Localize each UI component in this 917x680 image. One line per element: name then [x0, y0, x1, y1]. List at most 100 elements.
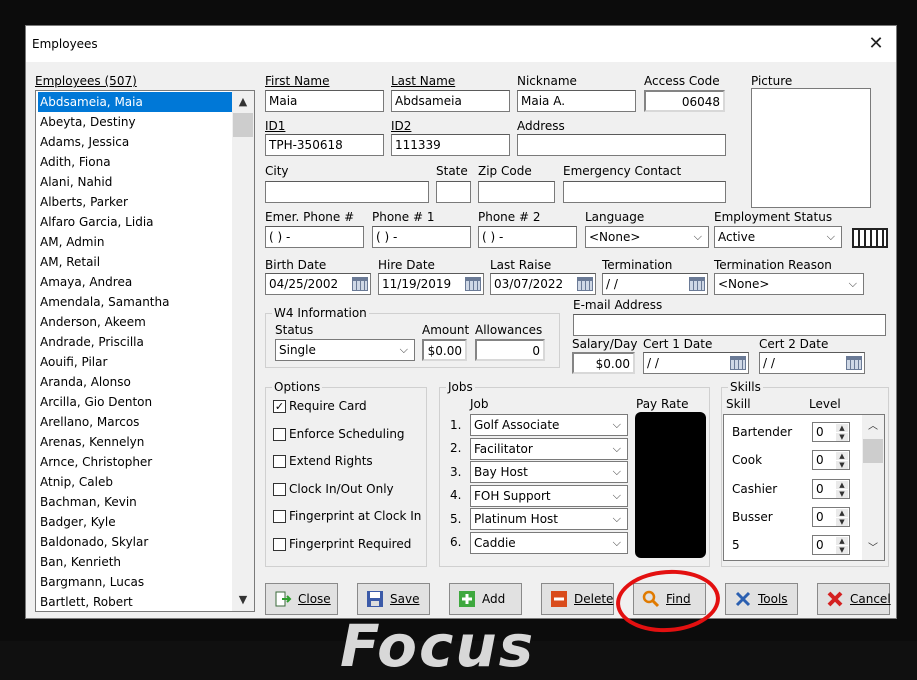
list-item[interactable]: Andrade, Priscilla [38, 332, 233, 352]
list-item[interactable]: Adith, Fiona [38, 152, 233, 172]
skills-scrollbar[interactable]: ︿ ﹀ [862, 415, 884, 560]
save-button[interactable]: Save [357, 583, 430, 615]
list-item[interactable]: Arenas, Kennelyn [38, 432, 233, 452]
spin-down-icon[interactable]: ▼ [836, 461, 848, 469]
spin-up-icon[interactable]: ▲ [836, 509, 848, 517]
list-item[interactable]: Alberts, Parker [38, 192, 233, 212]
language-select[interactable]: <None> ⌵ [585, 226, 709, 248]
job-select[interactable]: Facilitator ⌵ [470, 438, 628, 460]
employment-status-select[interactable]: Active ⌵ [714, 226, 842, 248]
scroll-down-icon[interactable]: ▼ [232, 591, 254, 609]
city-field[interactable] [265, 181, 429, 203]
tools-button[interactable]: Tools [725, 583, 798, 615]
spin-down-icon[interactable]: ▼ [836, 546, 848, 554]
list-item[interactable]: Adams, Jessica [38, 132, 233, 152]
calendar-icon[interactable] [352, 277, 368, 291]
keyboard-icon[interactable] [852, 228, 888, 248]
skill-level-spinner[interactable]: 0 ▲ ▼ [812, 479, 850, 499]
job-select[interactable]: Platinum Host ⌵ [470, 508, 628, 530]
add-button[interactable]: Add [449, 583, 522, 615]
clock-in-out-only-checkbox[interactable] [273, 483, 286, 496]
hire-date-field[interactable]: 11/19/2019 [378, 273, 484, 295]
w4-allowances-field[interactable]: 0 [475, 339, 545, 361]
spin-up-icon[interactable]: ▲ [836, 481, 848, 489]
last-name-field[interactable]: Abdsameia [391, 90, 510, 112]
scroll-thumb[interactable] [863, 439, 883, 463]
extend-rights-checkbox[interactable] [273, 455, 286, 468]
termination-field[interactable]: / / [602, 273, 708, 295]
list-item[interactable]: AM, Admin [38, 232, 233, 252]
employee-list-scrollbar[interactable]: ▲ ▼ [232, 91, 254, 611]
scroll-up-icon[interactable]: ▲ [232, 93, 254, 111]
access-code-field[interactable]: 06048 [644, 90, 725, 112]
fingerprint-at-clock-in-checkbox[interactable] [273, 510, 286, 523]
list-item[interactable]: Bartlett, Robert [38, 592, 233, 612]
list-item[interactable]: Baldonado, Skylar [38, 532, 233, 552]
job-select[interactable]: Bay Host ⌵ [470, 461, 628, 483]
cancel-button[interactable]: Cancel [817, 583, 891, 615]
emergency-contact-field[interactable] [563, 181, 726, 203]
enforce-scheduling-checkbox[interactable] [273, 428, 286, 441]
delete-button[interactable]: Delete [541, 583, 614, 615]
job-select[interactable]: Golf Associate ⌵ [470, 414, 628, 436]
spin-down-icon[interactable]: ▼ [836, 490, 848, 498]
list-item[interactable]: Aouifi, Pilar [38, 352, 233, 372]
list-item[interactable]: Badger, Kyle [38, 512, 233, 532]
cert1-field[interactable]: / / [643, 352, 749, 374]
w4-amount-field[interactable]: $0.00 [422, 339, 467, 361]
list-item[interactable]: Alani, Nahid [38, 172, 233, 192]
calendar-icon[interactable] [689, 277, 705, 291]
spin-down-icon[interactable]: ▼ [836, 433, 848, 441]
calendar-icon[interactable] [730, 356, 746, 370]
list-item[interactable]: Alfaro Garcia, Lidia [38, 212, 233, 232]
close-icon[interactable]: ✕ [864, 32, 888, 56]
skill-level-spinner[interactable]: 0 ▲ ▼ [812, 535, 850, 555]
w4-status-select[interactable]: Single ⌵ [275, 339, 415, 361]
calendar-icon[interactable] [846, 356, 862, 370]
skill-level-spinner[interactable]: 0 ▲ ▼ [812, 422, 850, 442]
list-item[interactable]: Amendala, Samantha [38, 292, 233, 312]
spin-up-icon[interactable]: ▲ [836, 537, 848, 545]
skill-level-spinner[interactable]: 0 ▲ ▼ [812, 450, 850, 470]
list-item[interactable]: Bargmann, Lucas [38, 572, 233, 592]
cert2-field[interactable]: / / [759, 352, 865, 374]
list-item[interactable]: Arnce, Christopher [38, 452, 233, 472]
spin-up-icon[interactable]: ▲ [836, 452, 848, 460]
nickname-field[interactable]: Maia A. [517, 90, 636, 112]
email-field[interactable] [573, 314, 886, 336]
id2-field[interactable]: 111339 [391, 134, 510, 156]
employee-list[interactable]: Abdsameia, Maia Abeyta, Destiny Adams, J… [35, 90, 255, 612]
list-item[interactable]: Amaya, Andrea [38, 272, 233, 292]
job-select[interactable]: FOH Support ⌵ [470, 485, 628, 507]
calendar-icon[interactable] [465, 277, 481, 291]
scroll-thumb[interactable] [233, 113, 253, 137]
list-item[interactable]: Atnip, Caleb [38, 472, 233, 492]
phone1-field[interactable]: ( ) - [372, 226, 471, 248]
skills-list[interactable]: Bartender 0 ▲ ▼ Cook 0 ▲ ▼ Cashier 0 ▲ ▼ Busse… [723, 414, 885, 561]
zip-field[interactable] [478, 181, 555, 203]
list-item[interactable]: Aranda, Alonso [38, 372, 233, 392]
calendar-icon[interactable] [577, 277, 593, 291]
termination-reason-select[interactable]: <None> ⌵ [714, 273, 864, 295]
picture-box[interactable] [751, 88, 871, 208]
state-field[interactable] [436, 181, 471, 203]
list-item[interactable]: Anderson, Akeem [38, 312, 233, 332]
skill-level-spinner[interactable]: 0 ▲ ▼ [812, 507, 850, 527]
require-card-checkbox[interactable]: ✓ [273, 400, 286, 413]
list-item[interactable]: AM, Retail [38, 252, 233, 272]
job-select[interactable]: Caddie ⌵ [470, 532, 628, 554]
scroll-down-icon[interactable]: ﹀ [862, 539, 884, 554]
scroll-up-icon[interactable]: ︿ [862, 417, 884, 432]
phone2-field[interactable]: ( ) - [478, 226, 577, 248]
list-item[interactable]: Arellano, Marcos [38, 412, 233, 432]
emer-phone-field[interactable]: ( ) - [265, 226, 364, 248]
spin-down-icon[interactable]: ▼ [836, 518, 848, 526]
address-field[interactable] [517, 134, 726, 156]
last-raise-field[interactable]: 03/07/2022 [490, 273, 596, 295]
list-item[interactable]: Arcilla, Gio Denton [38, 392, 233, 412]
salary-day-field[interactable]: $0.00 [572, 352, 635, 374]
fingerprint-required-checkbox[interactable] [273, 538, 286, 551]
list-item[interactable]: Bachman, Kevin [38, 492, 233, 512]
list-item[interactable]: Ban, Kenrieth [38, 552, 233, 572]
id1-field[interactable]: TPH-350618 [265, 134, 384, 156]
